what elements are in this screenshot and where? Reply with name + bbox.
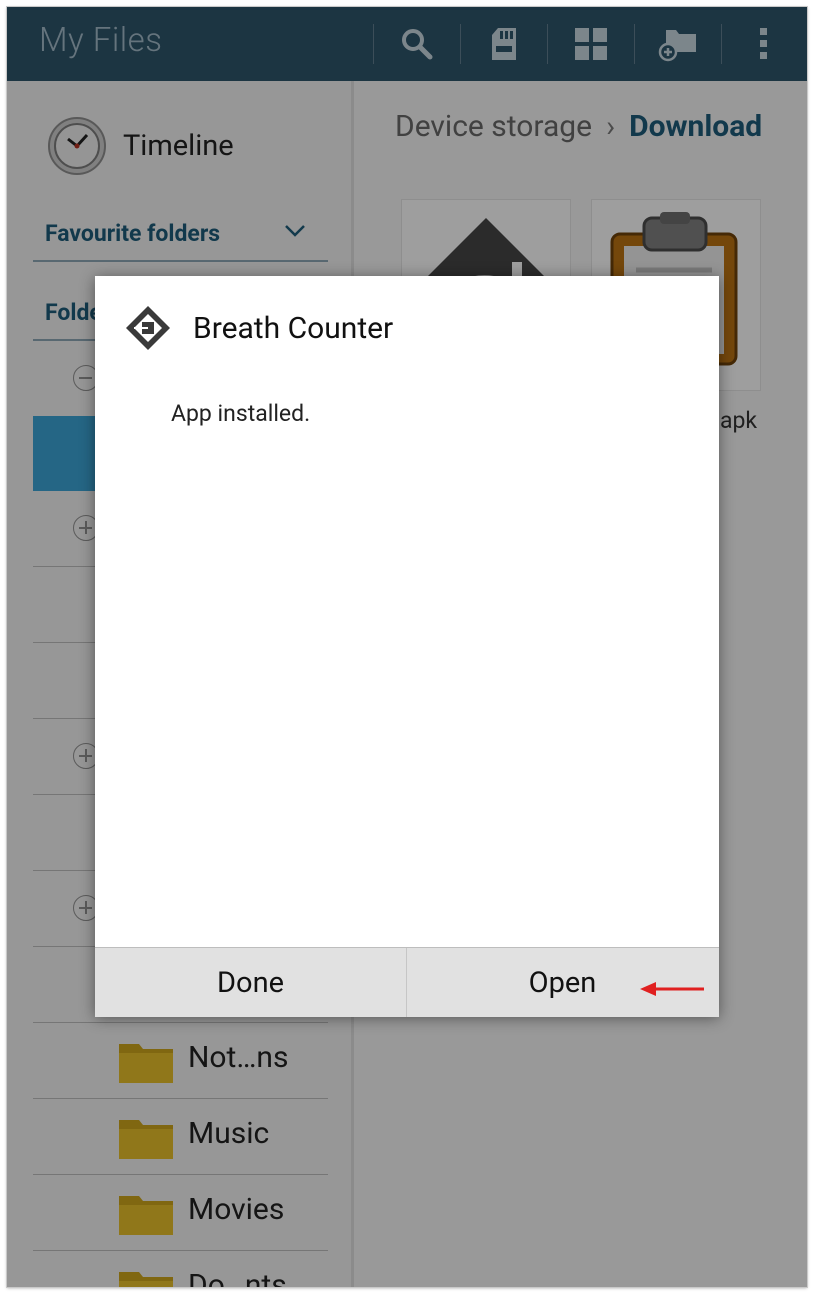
dialog-message: App installed. [171,400,311,427]
install-dialog: Breath Counter App installed. Done Open [95,276,719,1017]
device-screen: My Files Timeline Favourite folders Fold… [7,7,807,1287]
dialog-title: Breath Counter [193,311,394,346]
package-installer-icon [126,306,170,350]
done-button[interactable]: Done [95,948,406,1017]
annotation-arrow-icon [640,982,704,996]
dialog-button-bar: Done Open [95,947,719,1017]
